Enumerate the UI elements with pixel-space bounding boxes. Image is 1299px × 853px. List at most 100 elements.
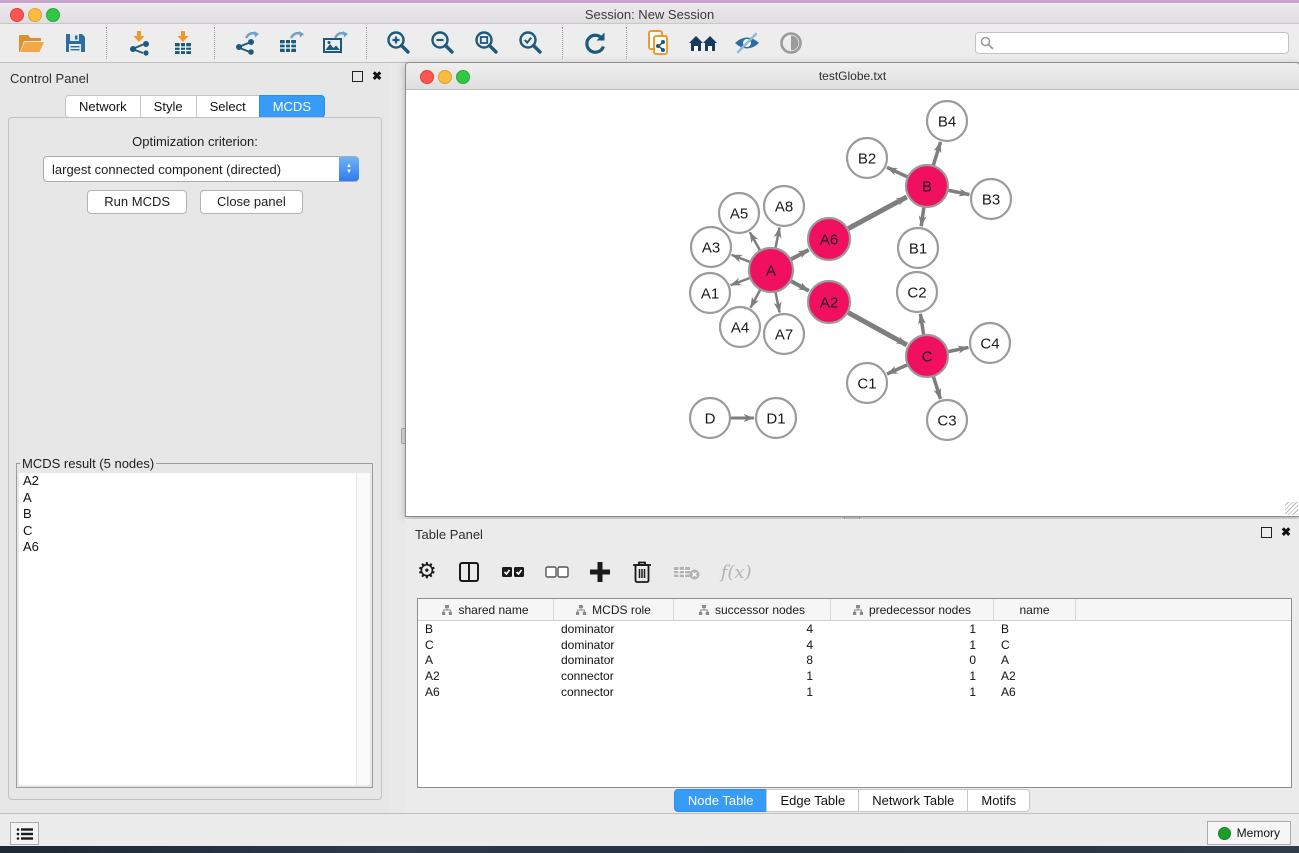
- zoom-out-icon[interactable]: [428, 28, 458, 58]
- tab-network-table[interactable]: Network Table: [858, 789, 968, 812]
- node-C4[interactable]: C4: [970, 323, 1010, 363]
- table-cell[interactable]: 1: [831, 669, 994, 683]
- run-mcds-button[interactable]: Run MCDS: [87, 190, 187, 214]
- node-A2[interactable]: A2: [808, 281, 850, 323]
- table-row[interactable]: A6connector11A6: [418, 684, 1291, 700]
- node-D[interactable]: D: [690, 398, 730, 438]
- mcds-result-list[interactable]: A2ABCA6: [19, 473, 370, 785]
- table-cell[interactable]: B: [418, 622, 554, 636]
- export-table-icon[interactable]: [276, 28, 306, 58]
- add-column-icon[interactable]: [589, 557, 611, 587]
- show-columns-icon[interactable]: [457, 557, 481, 587]
- table-cell[interactable]: 4: [674, 622, 831, 636]
- table-cell[interactable]: A2: [994, 669, 1076, 683]
- table-cell[interactable]: dominator: [554, 638, 674, 652]
- tab-select[interactable]: Select: [196, 95, 260, 118]
- node-B4[interactable]: B4: [927, 101, 967, 141]
- mcds-result-item[interactable]: A: [19, 490, 370, 507]
- table-row[interactable]: A2connector11A2: [418, 668, 1291, 684]
- node-A4[interactable]: A4: [720, 307, 760, 347]
- table-cell[interactable]: connector: [554, 685, 674, 699]
- duplicate-network-icon[interactable]: [644, 28, 674, 58]
- node-A6[interactable]: A6: [808, 218, 850, 260]
- network-canvas[interactable]: AA1A2A3A4A5A6A7A8BB1B2B3B4CC1C2C3C4DD1: [406, 90, 1299, 516]
- search-input[interactable]: [975, 32, 1289, 54]
- task-history-button[interactable]: [10, 822, 39, 845]
- table-cell[interactable]: A2: [418, 669, 554, 683]
- tab-motifs[interactable]: Motifs: [967, 789, 1030, 812]
- column-header-shared-name[interactable]: shared name: [418, 599, 554, 620]
- table-cell[interactable]: 0: [831, 653, 994, 667]
- table-cell[interactable]: B: [994, 622, 1076, 636]
- table-row[interactable]: Bdominator41B: [418, 621, 1291, 637]
- control-panel-float-icon[interactable]: [352, 71, 363, 82]
- open-file-icon[interactable]: [16, 28, 46, 58]
- table-cell[interactable]: A: [994, 653, 1076, 667]
- table-settings-icon[interactable]: ⚙: [417, 557, 437, 587]
- table-cell[interactable]: 1: [831, 622, 994, 636]
- tab-network[interactable]: Network: [65, 95, 141, 118]
- table-row[interactable]: Adominator80A: [418, 653, 1291, 669]
- edge-A2-C[interactable]: [838, 307, 907, 345]
- delete-table-icon[interactable]: [673, 557, 701, 587]
- node-B2[interactable]: B2: [847, 138, 887, 178]
- delete-column-icon[interactable]: [631, 557, 653, 587]
- node-A1[interactable]: A1: [690, 273, 730, 313]
- table-cell[interactable]: 8: [674, 653, 831, 667]
- table-panel-close-icon[interactable]: ✖: [1281, 526, 1291, 538]
- node-C3[interactable]: C3: [927, 400, 967, 440]
- memory-button[interactable]: Memory: [1207, 821, 1291, 845]
- mcds-result-item[interactable]: A6: [19, 539, 370, 556]
- table-cell[interactable]: 1: [831, 638, 994, 652]
- table-cell[interactable]: dominator: [554, 653, 674, 667]
- tab-node-table[interactable]: Node Table: [674, 789, 768, 812]
- node-D1[interactable]: D1: [756, 398, 796, 438]
- node-B[interactable]: B: [906, 165, 948, 207]
- control-panel-close-icon[interactable]: ✖: [372, 70, 382, 82]
- mcds-result-item[interactable]: B: [19, 506, 370, 523]
- tab-edge-table[interactable]: Edge Table: [766, 789, 859, 812]
- save-session-icon[interactable]: [60, 28, 90, 58]
- table-cell[interactable]: 4: [674, 638, 831, 652]
- table-cell[interactable]: 1: [831, 685, 994, 699]
- column-header-predecessor-nodes[interactable]: predecessor nodes: [831, 599, 994, 620]
- mcds-result-item[interactable]: C: [19, 523, 370, 540]
- edge-A6-B[interactable]: [838, 197, 907, 234]
- node-A[interactable]: A: [749, 248, 793, 292]
- node-A8[interactable]: A8: [764, 186, 804, 226]
- node-A7[interactable]: A7: [764, 314, 804, 354]
- column-header-successor-nodes[interactable]: successor nodes: [674, 599, 831, 620]
- export-network-icon[interactable]: [232, 28, 262, 58]
- optimization-criterion-select[interactable]: largest connected component (directed) ▲…: [43, 156, 359, 182]
- table-cell[interactable]: C: [418, 638, 554, 652]
- network-window-titlebar[interactable]: testGlobe.txt: [406, 63, 1299, 90]
- column-header-MCDS-role[interactable]: MCDS role: [554, 599, 674, 620]
- node-B3[interactable]: B3: [971, 179, 1011, 219]
- zoom-selected-icon[interactable]: [516, 28, 546, 58]
- close-panel-button[interactable]: Close panel: [200, 190, 303, 214]
- select-all-icon[interactable]: [501, 557, 525, 587]
- table-cell[interactable]: 1: [674, 669, 831, 683]
- hide-panels-icon[interactable]: [732, 28, 762, 58]
- node-table[interactable]: shared nameMCDS rolesuccessor nodesprede…: [417, 598, 1292, 788]
- export-image-icon[interactable]: [320, 28, 350, 58]
- table-cell[interactable]: connector: [554, 669, 674, 683]
- table-cell[interactable]: 1: [674, 685, 831, 699]
- function-builder-icon[interactable]: f(x): [721, 557, 752, 587]
- show-panel-icon[interactable]: [776, 28, 806, 58]
- table-panel-float-icon[interactable]: [1261, 527, 1272, 538]
- node-B1[interactable]: B1: [898, 228, 938, 268]
- table-cell[interactable]: C: [994, 638, 1076, 652]
- column-header-name[interactable]: name: [994, 599, 1076, 620]
- result-scrollbar[interactable]: [356, 473, 370, 785]
- node-C1[interactable]: C1: [847, 363, 887, 403]
- mcds-result-item[interactable]: A2: [19, 473, 370, 490]
- node-A3[interactable]: A3: [691, 227, 731, 267]
- table-cell[interactable]: A6: [418, 685, 554, 699]
- tab-style[interactable]: Style: [140, 95, 197, 118]
- node-C2[interactable]: C2: [897, 272, 937, 312]
- tab-mcds[interactable]: MCDS: [259, 95, 325, 118]
- table-cell[interactable]: dominator: [554, 622, 674, 636]
- refresh-icon[interactable]: [580, 28, 610, 58]
- table-cell[interactable]: A: [418, 653, 554, 667]
